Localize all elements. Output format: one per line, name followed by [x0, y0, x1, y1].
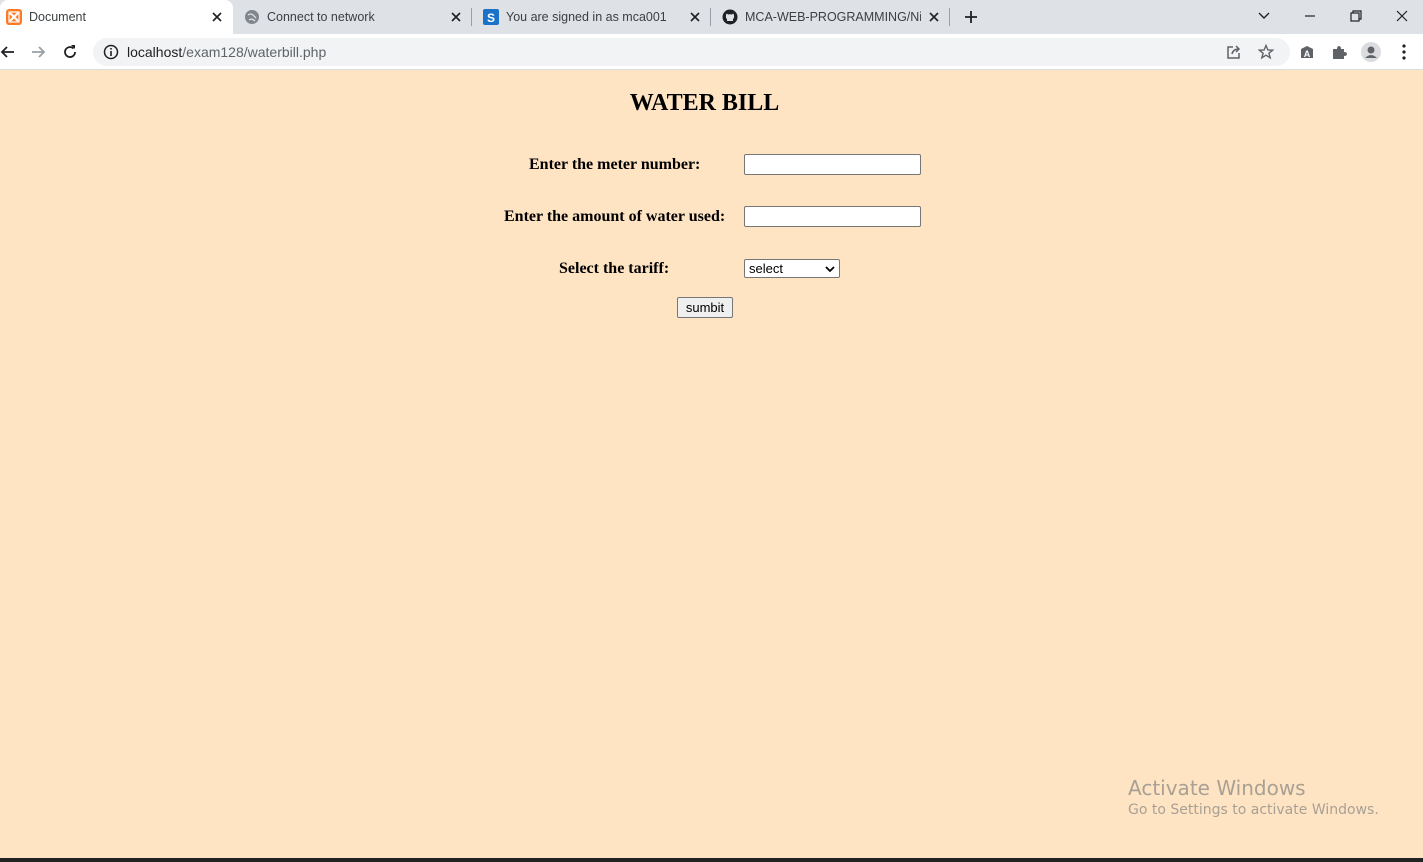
url-text: localhost/exam128/waterbill.php [127, 44, 326, 60]
new-tab-icon[interactable] [962, 8, 980, 26]
tab-title: MCA-WEB-PROGRAMMING/Niki [745, 10, 921, 24]
reload-icon[interactable] [58, 40, 82, 64]
tab-title: Document [29, 10, 86, 24]
water-used-input[interactable] [744, 206, 921, 227]
activate-windows-subtitle: Go to Settings to activate Windows. [1128, 802, 1379, 818]
restore-icon[interactable] [1345, 5, 1367, 27]
svg-text:S: S [487, 11, 495, 25]
close-icon[interactable] [210, 10, 224, 24]
info-icon[interactable] [103, 44, 119, 60]
tab-github[interactable]: MCA-WEB-PROGRAMMING/Niki [716, 0, 948, 34]
s-logo-icon: S [483, 9, 499, 25]
activate-windows-title: Activate Windows [1128, 776, 1306, 800]
tariff-select[interactable]: select [744, 259, 840, 278]
tab-title: Connect to network [267, 10, 375, 24]
share-icon[interactable] [1225, 43, 1243, 61]
submit-button[interactable]: sumbit [677, 297, 733, 318]
bookmark-star-icon[interactable] [1257, 43, 1275, 61]
xampp-icon [6, 9, 22, 25]
meter-number-label: Enter the meter number: [529, 156, 701, 173]
url-host: localhost [127, 44, 183, 60]
tariff-label: Select the tariff: [559, 260, 670, 277]
tab-divider [710, 8, 711, 26]
extensions-puzzle-icon[interactable] [1329, 42, 1349, 62]
meter-number-input[interactable] [744, 154, 921, 175]
tab-title: You are signed in as mca001 [506, 10, 667, 24]
tariff-selected-value: select [749, 261, 783, 276]
tab-divider [471, 8, 472, 26]
forward-arrow-icon[interactable] [26, 40, 50, 64]
menu-kebab-icon[interactable] [1394, 42, 1414, 62]
tab-connect-network[interactable]: Connect to network [238, 0, 470, 34]
github-icon [722, 9, 738, 25]
close-icon[interactable] [449, 10, 463, 24]
profile-avatar-icon[interactable] [1361, 42, 1381, 62]
taskbar-edge [0, 858, 1423, 862]
url-path: /exam128/waterbill.php [182, 44, 327, 60]
window-close-icon[interactable] [1391, 5, 1413, 27]
address-bar[interactable]: localhost/exam128/waterbill.php [93, 38, 1290, 66]
chevron-down-icon [824, 263, 836, 275]
tab-search-chevron-icon[interactable] [1253, 5, 1275, 27]
svg-text:A: A [1304, 49, 1311, 59]
browser-toolbar: localhost/exam128/waterbill.php A [0, 34, 1423, 70]
tab-document[interactable]: Document [0, 0, 233, 34]
globe-icon [244, 9, 260, 25]
back-arrow-icon[interactable] [0, 40, 20, 64]
tab-signed-in[interactable]: S You are signed in as mca001 [477, 0, 709, 34]
water-used-label: Enter the amount of water used: [504, 208, 726, 225]
close-icon[interactable] [927, 10, 941, 24]
extension-a-icon[interactable]: A [1297, 42, 1317, 62]
tab-strip: Document Connect to network S You are si… [0, 0, 1423, 34]
tab-divider [949, 8, 950, 26]
close-icon[interactable] [688, 10, 702, 24]
minimize-icon[interactable] [1299, 5, 1321, 27]
page-title: WATER BILL [629, 90, 780, 116]
